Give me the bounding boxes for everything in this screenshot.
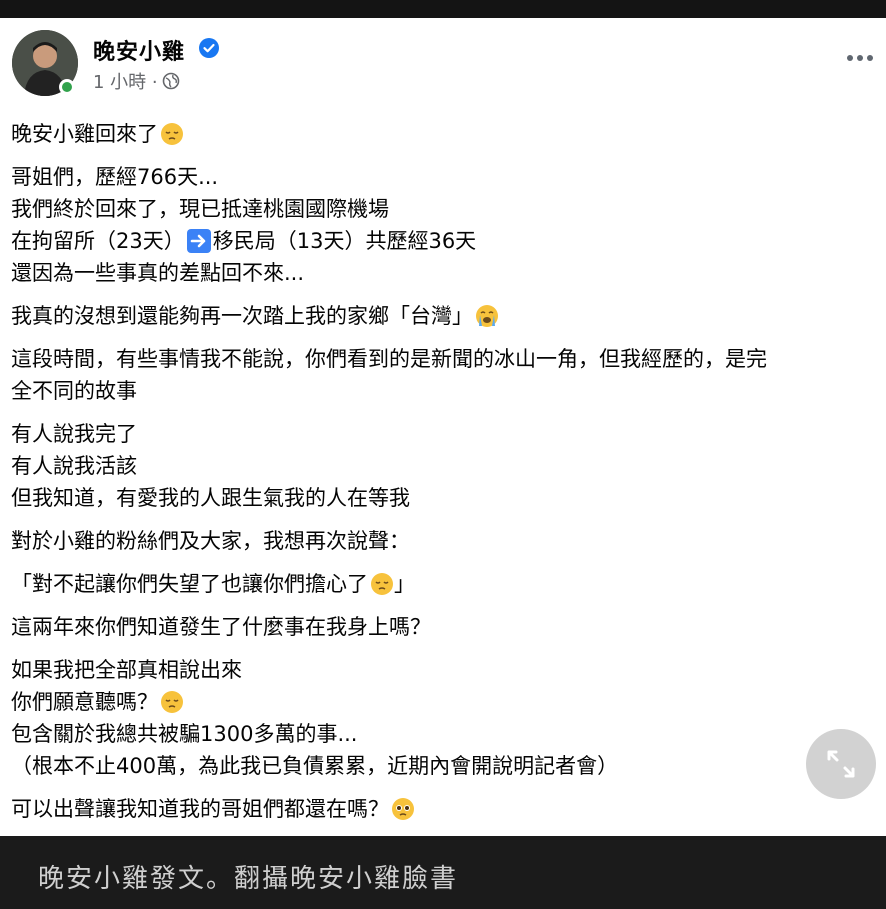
text-line: 還因為一些事真的差點回不來... (11, 261, 305, 285)
text-line: 這段時間，有些事情我不能說，你們看到的是新聞的冰山一角，但我經歷的，是完 (11, 347, 767, 371)
image-caption: 晚安小雞發文。翻攝晚安小雞臉書 (38, 864, 459, 894)
text-line: （根本不止400萬，為此我已負債累累，近期內會開說明記者會） (11, 754, 619, 778)
text-line: 包含關於我總共被騙1300多萬的事... (11, 722, 358, 746)
paragraph-5: 有人說我完了 有人說我活該 但我知道，有愛我的人跟生氣我的人在等我 (11, 418, 881, 514)
paragraph-2: 哥姐們，歷經766天... 我們終於回來了，現已抵達桃園國際機場 在拘留所（23… (11, 161, 881, 289)
top-bar (0, 0, 886, 18)
verified-badge-icon (199, 38, 219, 58)
paragraph-8: 這兩年來你們知道發生了什麼事在我身上嗎？ (11, 611, 881, 643)
more-options-icon[interactable] (844, 50, 876, 66)
text-line: 移民局（13天）共歷經36天 (212, 229, 477, 253)
text-line: 可以出聲讓我知道我的哥姐們都還在嗎？ (11, 797, 389, 821)
pensive-face-icon (161, 123, 183, 145)
paragraph-3: 我真的沒想到還能夠再一次踏上我的家鄉「台灣」 (11, 300, 881, 332)
text-line: 哥姐們，歷經766天... (11, 165, 219, 189)
text-line: 但我知道，有愛我的人跟生氣我的人在等我 (11, 486, 410, 510)
text-line: 這兩年來你們知道發生了什麼事在我身上嗎？ (11, 615, 431, 639)
text-line: 我真的沒想到還能夠再一次踏上我的家鄉「台灣」 (11, 304, 473, 328)
text-line: 全不同的故事 (11, 379, 137, 403)
pleading-face-icon (392, 798, 414, 820)
online-status-dot (59, 79, 75, 95)
facebook-post-card: 晚安小雞 1 小時 · 晚安小雞回來了 哥姐們，歷經766天... 我們終於回來… (0, 18, 886, 836)
text-line: 我們終於回來了，現已抵達桃園國際機場 (11, 197, 389, 221)
paragraph-7: 「對不起讓你們失望了也讓你們擔心了 」 (11, 568, 881, 600)
text-line: 對於小雞的粉絲們及大家，我想再次說聲： (11, 529, 410, 553)
author-name[interactable]: 晚安小雞 (93, 34, 185, 66)
text-line: 在拘留所（23天） (11, 229, 185, 253)
text-line: 「對不起讓你們失望了也讓你們擔心了 (11, 572, 368, 596)
post-time[interactable]: 1 小時 · (93, 68, 158, 94)
pensive-face-icon (161, 691, 183, 713)
paragraph-9: 如果我把全部真相說出來 你們願意聽嗎？ 包含關於我總共被騙1300多萬的事...… (11, 654, 881, 782)
expand-arrows-icon (827, 750, 855, 778)
text-line: 有人說我完了 (11, 422, 137, 446)
text-line: 你們願意聽嗎？ (11, 690, 158, 714)
paragraph-1: 晚安小雞回來了 (11, 118, 881, 150)
text-line: 晚安小雞回來了 (11, 122, 158, 146)
post-body: 晚安小雞回來了 哥姐們，歷經766天... 我們終於回來了，現已抵達桃園國際機場… (11, 118, 881, 836)
pensive-face-icon (371, 573, 393, 595)
globe-icon[interactable] (162, 72, 180, 90)
right-arrow-icon (186, 229, 211, 253)
expand-image-button[interactable] (806, 729, 876, 799)
post-meta: 1 小時 · (93, 68, 180, 94)
crying-face-icon (476, 305, 498, 327)
paragraph-10: 可以出聲讓我知道我的哥姐們都還在嗎？ (11, 793, 881, 825)
paragraph-6: 對於小雞的粉絲們及大家，我想再次說聲： (11, 525, 881, 557)
text-line: 如果我把全部真相說出來 (11, 658, 242, 682)
text-line: 有人說我活該 (11, 454, 137, 478)
paragraph-4: 這段時間，有些事情我不能說，你們看到的是新聞的冰山一角，但我經歷的，是完 全不同… (11, 343, 881, 407)
text-line: 」 (394, 572, 415, 596)
